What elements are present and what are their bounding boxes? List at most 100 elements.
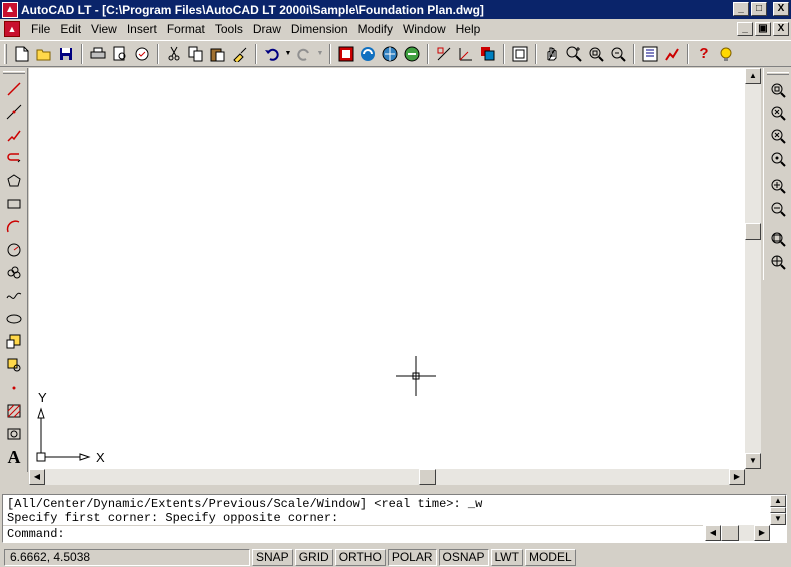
doc-close-button[interactable]: X (773, 22, 789, 36)
redo-dropdown-icon[interactable]: ▼ (315, 43, 325, 65)
command-prompt[interactable]: Command: (7, 527, 65, 541)
autocad-app-icon[interactable]: ▲ (2, 1, 18, 18)
rectangle-icon[interactable] (3, 194, 25, 214)
draw-toolbar-grip[interactable] (3, 71, 25, 74)
spline-icon[interactable] (3, 286, 25, 306)
designcenter2-icon[interactable] (661, 43, 683, 65)
menu-modify[interactable]: Modify (353, 20, 398, 38)
copy-icon[interactable] (185, 43, 207, 65)
match-properties-icon[interactable] (229, 43, 251, 65)
display-order-icon[interactable] (477, 43, 499, 65)
hatch-icon[interactable] (3, 401, 25, 421)
zoom-dynamic-icon[interactable] (766, 102, 790, 124)
web-icon[interactable] (357, 43, 379, 65)
menu-file[interactable]: File (26, 20, 55, 38)
print-preview-icon[interactable] (109, 43, 131, 65)
zoom-window-icon[interactable] (585, 43, 607, 65)
construction-line-icon[interactable] (3, 102, 25, 122)
region-icon[interactable] (3, 424, 25, 444)
revision-cloud-icon[interactable] (3, 263, 25, 283)
doc-restore-button[interactable]: ▣ (755, 22, 771, 36)
insert-block-icon[interactable] (3, 332, 25, 352)
menu-help[interactable]: Help (451, 20, 486, 38)
point-icon[interactable] (3, 378, 25, 398)
make-block-icon[interactable] (3, 355, 25, 375)
lwt-toggle[interactable]: LWT (490, 548, 523, 566)
zoom-out-icon[interactable] (766, 198, 790, 220)
vertical-scroll-thumb[interactable] (745, 223, 761, 240)
ucs-icon[interactable] (455, 43, 477, 65)
coordinate-display[interactable]: 6.6662, 4.5038 (4, 548, 250, 566)
menu-tools[interactable]: Tools (210, 20, 248, 38)
cut-icon[interactable] (163, 43, 185, 65)
command-scroll-up-button[interactable]: ▲ (770, 495, 786, 507)
aerial-view-icon[interactable] (509, 43, 531, 65)
zoom-window-icon[interactable] (766, 79, 790, 101)
publish-icon[interactable] (379, 43, 401, 65)
scroll-left-button[interactable]: ◀ (29, 469, 45, 485)
arc-icon[interactable] (3, 217, 25, 237)
menu-window[interactable]: Window (398, 20, 451, 38)
doc-minimize-button[interactable]: _ (737, 22, 753, 36)
menu-format[interactable]: Format (162, 20, 210, 38)
document-icon[interactable]: ▲ (4, 21, 20, 37)
zoom-previous-icon[interactable] (607, 43, 629, 65)
spell-check-icon[interactable] (131, 43, 153, 65)
text-icon[interactable]: A (3, 447, 25, 467)
command-vertical-scrollbar[interactable]: ▲ ▼ (770, 495, 786, 525)
osnap-toggle[interactable]: OSNAP (438, 548, 489, 566)
ellipse-icon[interactable] (3, 309, 25, 329)
tips-icon[interactable] (715, 43, 737, 65)
command-hscroll-thumb[interactable] (721, 525, 739, 541)
redo-icon[interactable] (293, 43, 315, 65)
menu-insert[interactable]: Insert (122, 20, 162, 38)
menu-view[interactable]: View (86, 20, 122, 38)
zoom-scale-icon[interactable] (766, 125, 790, 147)
zoom-all-icon[interactable] (766, 228, 790, 250)
polyline-icon[interactable] (3, 125, 25, 145)
menu-edit[interactable]: Edit (55, 20, 86, 38)
command-scroll-left-button[interactable]: ◀ (705, 525, 721, 541)
command-horizontal-scrollbar[interactable]: ◀ ▶ (705, 525, 770, 541)
zoom-toolbar-grip[interactable] (767, 72, 789, 75)
zoom-in-icon[interactable] (766, 175, 790, 197)
open-icon[interactable] (33, 43, 55, 65)
scroll-down-button[interactable]: ▼ (745, 453, 761, 469)
maximize-button[interactable]: □ (751, 2, 767, 16)
save-icon[interactable] (55, 43, 77, 65)
model-toggle[interactable]: MODEL (524, 548, 576, 566)
toolbar-grip[interactable] (4, 43, 7, 64)
menu-draw[interactable]: Draw (248, 20, 286, 38)
paste-icon[interactable] (207, 43, 229, 65)
designcenter-icon[interactable] (335, 43, 357, 65)
command-scroll-right-button[interactable]: ▶ (754, 525, 770, 541)
properties-icon[interactable] (639, 43, 661, 65)
horizontal-scrollbar[interactable]: ◀ ▶ (29, 469, 745, 485)
horizontal-scroll-thumb[interactable] (419, 469, 436, 485)
undo-dropdown-icon[interactable]: ▼ (283, 43, 293, 65)
drawing-canvas[interactable]: Y X (29, 68, 745, 469)
command-scroll-down-button[interactable]: ▼ (770, 513, 786, 525)
undo-icon[interactable] (261, 43, 283, 65)
circle-icon[interactable] (3, 240, 25, 260)
snap-toggle[interactable]: SNAP (252, 548, 293, 566)
zoom-extents-icon[interactable] (766, 251, 790, 273)
print-icon[interactable] (87, 43, 109, 65)
menu-dimension[interactable]: Dimension (286, 20, 353, 38)
hyperlink-icon[interactable] (401, 43, 423, 65)
polygon-icon[interactable] (3, 171, 25, 191)
minimize-button[interactable]: _ (733, 2, 749, 16)
grid-toggle[interactable]: GRID (294, 548, 333, 566)
zoom-realtime-icon[interactable] (563, 43, 585, 65)
snap-from-icon[interactable] (433, 43, 455, 65)
polar-toggle[interactable]: POLAR (387, 548, 437, 566)
scroll-up-button[interactable]: ▲ (745, 68, 761, 84)
zoom-center-icon[interactable] (766, 148, 790, 170)
pan-icon[interactable] (541, 43, 563, 65)
ortho-toggle[interactable]: ORTHO (334, 548, 386, 566)
scroll-right-button[interactable]: ▶ (729, 469, 745, 485)
line-icon[interactable] (3, 79, 25, 99)
help-icon[interactable]: ? (693, 43, 715, 65)
polyline-undo-icon[interactable] (3, 148, 25, 168)
vertical-scrollbar[interactable]: ▲ ▼ (745, 68, 761, 469)
